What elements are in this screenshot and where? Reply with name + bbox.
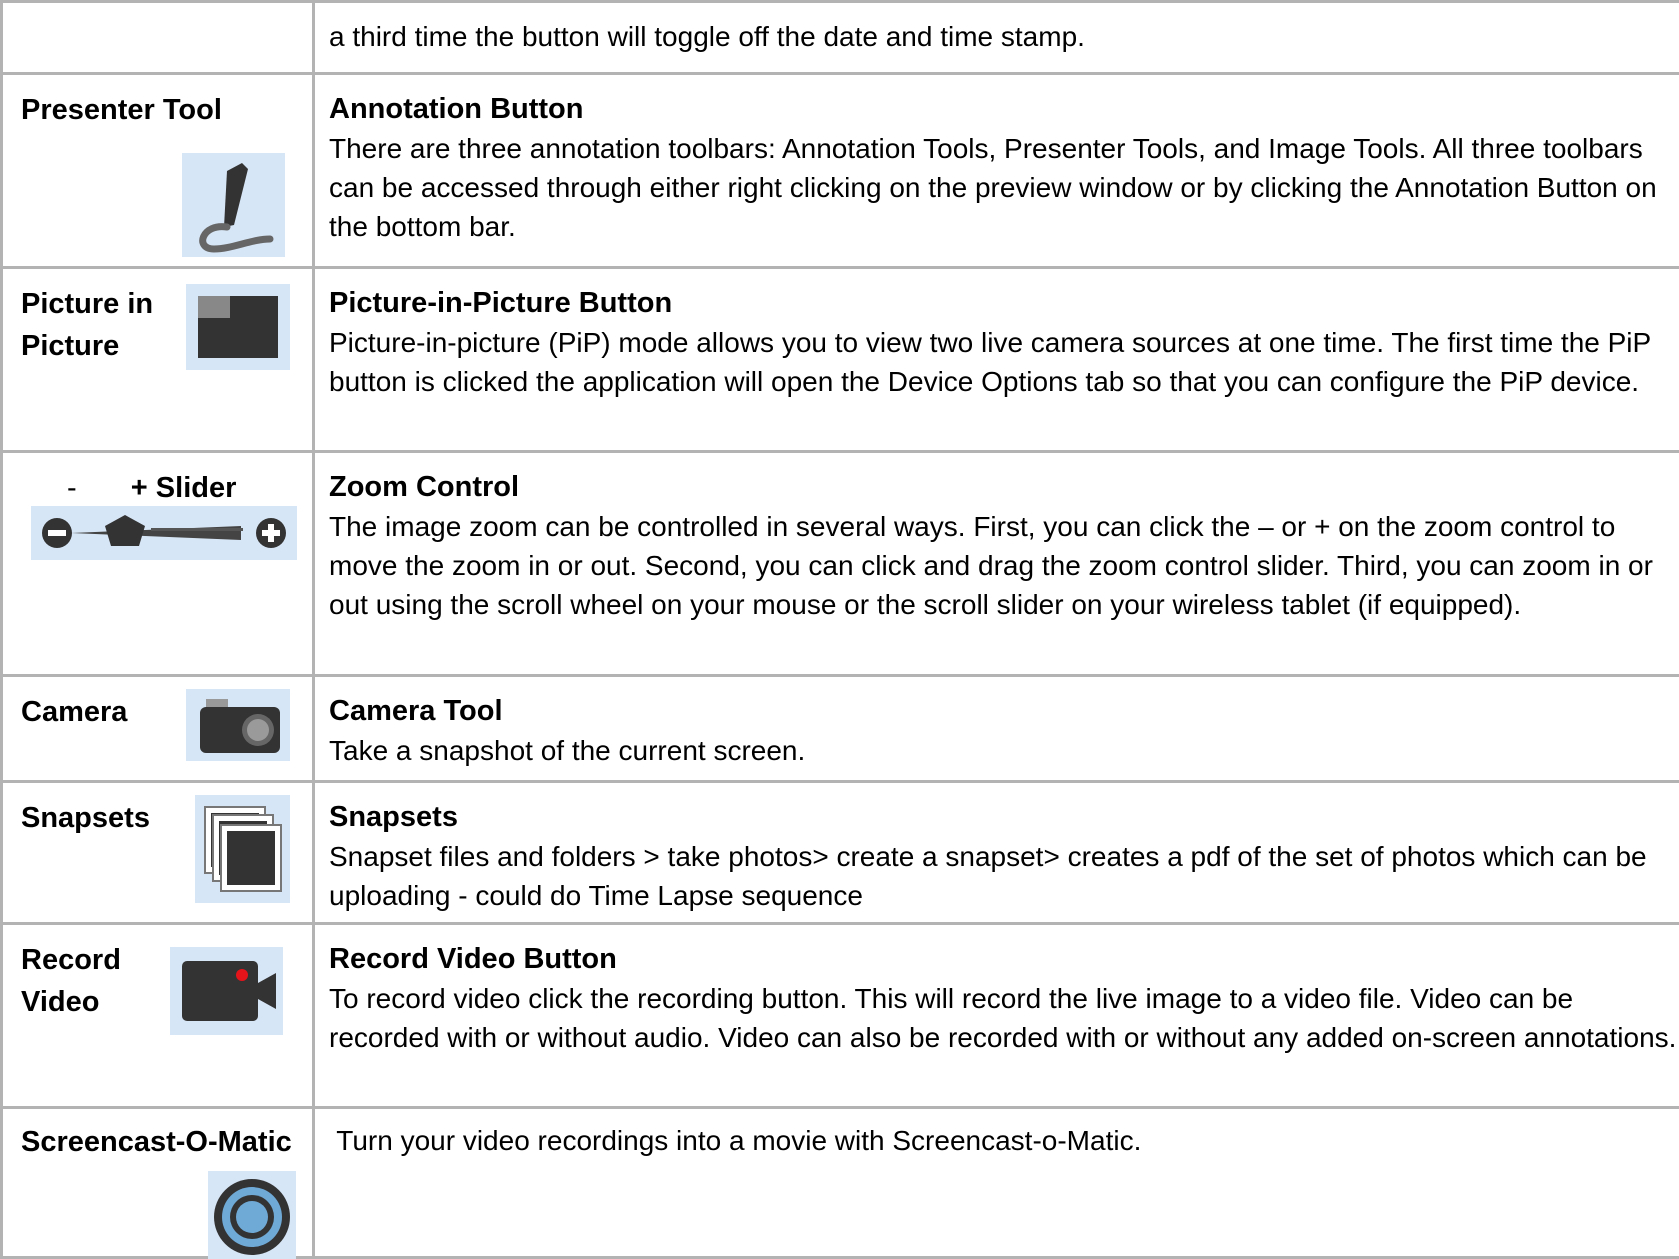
description-text: Snapset files and folders > take photos>…: [329, 841, 1647, 911]
row-label-line2: Picture: [21, 330, 119, 362]
label-cell: Screencast-O-Matic: [2, 1108, 314, 1258]
description-text: Take a snapshot of the current screen.: [329, 735, 805, 766]
description-cell: Record Video Button To record video clic…: [314, 924, 1679, 1108]
description-text: Turn your video recordings into a movie …: [329, 1125, 1141, 1156]
row-label: Camera: [21, 691, 127, 733]
row-label: Picture in Picture: [21, 283, 153, 367]
feature-title: Snapsets: [329, 797, 1679, 837]
table-row: Screencast-O-Matic Turn your video recor…: [2, 1108, 1679, 1258]
description-cell: Camera Tool Take a snapshot of the curre…: [314, 676, 1679, 782]
table-row: a third time the button will toggle off …: [2, 2, 1679, 74]
table-row: Camera Camera Tool Take a snapshot of th…: [2, 676, 1679, 782]
label-cell: - + Slider: [2, 452, 314, 676]
description-text: To record video click the recording butt…: [329, 983, 1676, 1053]
row-label: Record Video: [21, 939, 121, 1023]
screencast-icon: [208, 1171, 296, 1259]
description-cell: Zoom Control The image zoom can be contr…: [314, 452, 1679, 676]
description-cell: Picture-in-Picture Button Picture-in-pic…: [314, 268, 1679, 452]
camera-icon: [186, 689, 290, 761]
row-label: Snapsets: [21, 797, 150, 839]
description-cell: Annotation Button There are three annota…: [314, 74, 1679, 268]
description-text: The image zoom can be controlled in seve…: [329, 511, 1653, 620]
record-video-icon: [170, 947, 283, 1035]
feature-table: a third time the button will toggle off …: [0, 0, 1679, 1259]
label-cell: [2, 2, 314, 74]
table-row: Presenter Tool Annotation Button There a…: [2, 74, 1679, 268]
zoom-plus-label: + Slider: [131, 472, 237, 504]
table-row: Picture in Picture Picture-in-Picture Bu…: [2, 268, 1679, 452]
description-cell: Snapsets Snapset files and folders > tak…: [314, 782, 1679, 924]
description-text: a third time the button will toggle off …: [329, 21, 1085, 52]
feature-title: Annotation Button: [329, 89, 1679, 129]
label-cell: Presenter Tool: [2, 74, 314, 268]
picture-in-picture-icon: [186, 284, 290, 370]
description-cell: Turn your video recordings into a movie …: [314, 1108, 1679, 1258]
description-text: There are three annotation toolbars: Ann…: [329, 133, 1657, 242]
label-cell: Camera: [2, 676, 314, 782]
zoom-minus-label: -: [67, 472, 77, 504]
zoom-slider-icon: [31, 506, 297, 560]
table-row: Record Video Record Video Button To reco…: [2, 924, 1679, 1108]
feature-title: Record Video Button: [329, 939, 1679, 979]
feature-title: Picture-in-Picture Button: [329, 283, 1679, 323]
row-label-line1: Picture in: [21, 288, 153, 320]
feature-title: Zoom Control: [329, 467, 1679, 507]
label-cell: Picture in Picture: [2, 268, 314, 452]
pen-icon: [182, 153, 285, 257]
snapsets-icon: [195, 795, 290, 903]
label-cell: Record Video: [2, 924, 314, 1108]
row-label: - + Slider: [67, 467, 236, 509]
table-row: - + Slider Zoom Control: [2, 452, 1679, 676]
row-label: Presenter Tool: [21, 89, 222, 131]
feature-title: Camera Tool: [329, 691, 1679, 731]
row-label-line1: Record: [21, 944, 121, 976]
description-text: Picture-in-picture (PiP) mode allows you…: [329, 327, 1651, 397]
description-cell: a third time the button will toggle off …: [314, 2, 1679, 74]
table-row: Snapsets Snapsets Snapset files and fold…: [2, 782, 1679, 924]
row-label-line2: Video: [21, 986, 99, 1018]
label-cell: Snapsets: [2, 782, 314, 924]
row-label: Screencast-O-Matic: [21, 1121, 292, 1163]
